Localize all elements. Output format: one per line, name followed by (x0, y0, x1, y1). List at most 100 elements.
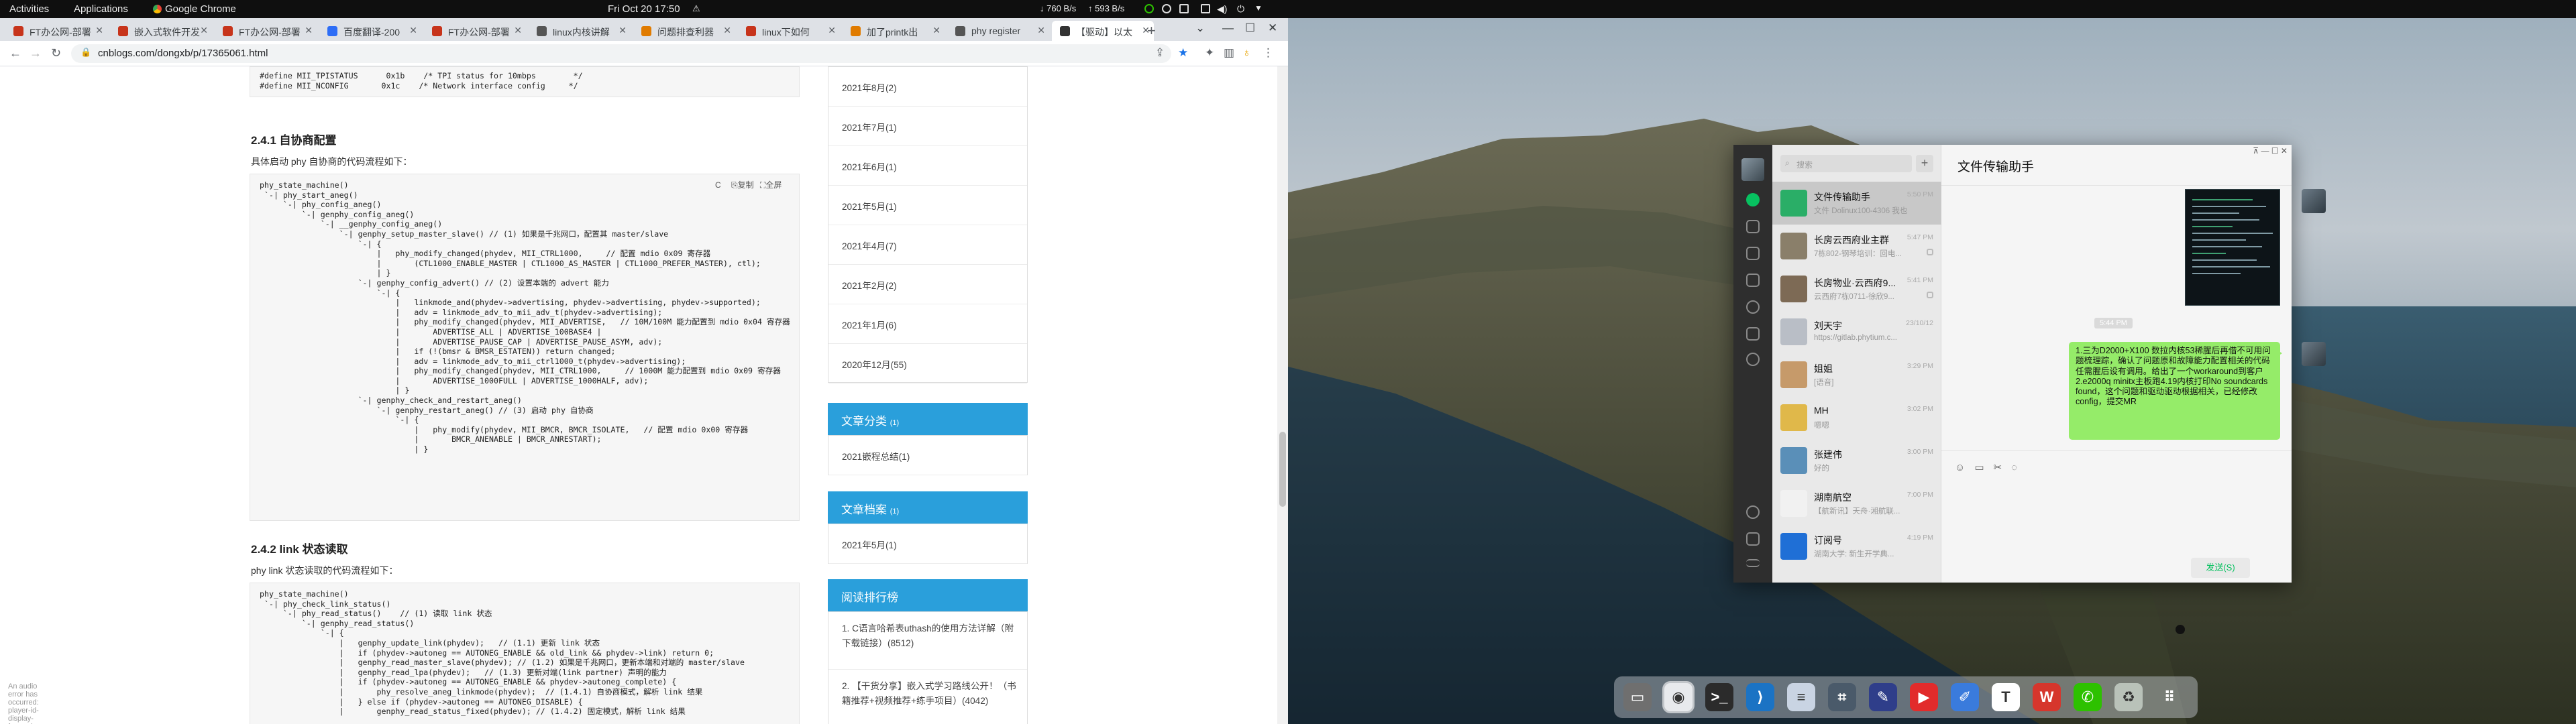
sidebar-link[interactable]: 2021年4月(7) (828, 225, 1027, 265)
browser-tab[interactable]: linux内核讲解 ✕ (529, 21, 631, 41)
browser-tab[interactable]: FT办公网-部署 ✕ (424, 21, 526, 41)
chat-item[interactable]: 长房物业·云西府9... 云西府7栋0711-徐欣9... 5:41 PM (1772, 267, 1941, 310)
address-bar[interactable]: 🔒 cnblogs.com/dongxb/p/17365061.html (71, 44, 1171, 63)
recycle-icon[interactable]: ♻ (2114, 683, 2143, 711)
active-app-menu[interactable]: Google Chrome (153, 3, 236, 15)
applications-menu[interactable]: Applications (74, 3, 128, 15)
folder-icon[interactable] (1746, 274, 1760, 287)
tab-close-icon[interactable]: ✕ (409, 25, 417, 36)
cloud-tray-icon[interactable] (1162, 3, 1171, 15)
sidebar-link[interactable]: 2. 【干货分享】嵌入式学习路线公开！（书籍推荐+视频推荐+练手项目）(4042… (828, 670, 1027, 724)
volume-icon[interactable]: ◀) (1217, 3, 1227, 15)
close-window-button[interactable]: ✕ (1268, 21, 1277, 35)
files-icon[interactable]: ▭ (1623, 683, 1652, 711)
typora-icon[interactable]: T (1992, 683, 2020, 711)
sidebar-link[interactable]: 2021年7月(1) (828, 107, 1027, 146)
network-icon[interactable] (1201, 3, 1210, 15)
chrome-icon[interactable]: ◉ (1664, 683, 1693, 711)
sidebar-link[interactable]: 1. C语言哈希表uthash的使用方法详解（附下载链接）(8512) (828, 612, 1027, 670)
settings-menu-icon[interactable] (1746, 559, 1760, 567)
browser-tab[interactable]: phy register ✕ (947, 21, 1049, 41)
browser-tab[interactable]: 嵌入式软件开发 ✕ (110, 21, 212, 41)
sidebar-link[interactable]: 2021嵌程总结(1) (828, 436, 1027, 475)
emoji-icon[interactable]: ☺ (1955, 462, 1974, 473)
tab-search-chevron-icon[interactable]: ⌄ (1195, 21, 1205, 35)
file-icon[interactable]: ▭ (1974, 462, 1993, 473)
sidebar-link[interactable]: 2021年6月(1) (828, 146, 1027, 186)
screenshot-icon[interactable]: ⌗ (1828, 683, 1856, 711)
app-grid-icon[interactable]: ⠿ (2155, 683, 2184, 711)
sidebar-link[interactable]: 2021年8月(2) (828, 67, 1027, 107)
tab-close-icon[interactable]: ✕ (514, 25, 522, 36)
chats-icon[interactable] (1746, 193, 1760, 206)
my-avatar[interactable] (1741, 158, 1764, 181)
tab-close-icon[interactable]: ✕ (619, 25, 627, 36)
moments-icon[interactable] (1746, 300, 1760, 314)
browser-tab[interactable]: 加了printk出 ✕ (843, 21, 945, 41)
chrome-menu-icon[interactable]: ⋮ (1263, 46, 1274, 60)
chat-item[interactable]: 张建伟 好的 3:00 PM (1772, 439, 1941, 482)
vscode-icon[interactable]: ⟩ (1746, 683, 1774, 711)
sender-avatar[interactable] (2302, 342, 2326, 366)
chat-item[interactable]: 长房云西府业主群 7栋802-钢琴培训：回电... 5:47 PM (1772, 225, 1941, 267)
phone-icon[interactable] (1746, 532, 1760, 546)
music-icon[interactable]: ▶ (1910, 683, 1938, 711)
new-tab-button[interactable]: + (1147, 22, 1156, 40)
sidebar-link[interactable]: 2020年12月(55) (828, 344, 1027, 383)
send-button[interactable]: 发送(S) (2191, 558, 2250, 578)
message-bubble[interactable]: 1.三为D2000+X100 数拉内核53稀腥后再借不可用问题梳理踪，确认了问题… (2069, 342, 2282, 440)
sidebar-link[interactable]: 2021年2月(2) (828, 265, 1027, 304)
page-scrollbar[interactable] (1277, 66, 1288, 724)
browser-tab[interactable]: 百度翻译-200 ✕ (319, 21, 421, 41)
activities-button[interactable]: Activities (9, 3, 49, 15)
tab-close-icon[interactable]: ✕ (828, 25, 836, 36)
power-icon[interactable]: ⏻ (1237, 3, 1244, 15)
chat-item[interactable]: 刘天宇 https://gitlab.phytium.c... 23/10/12 (1772, 310, 1941, 353)
notification-icon[interactable]: ⚠ (692, 3, 700, 14)
fullscreen-code-button[interactable]: ⛶全屏 (760, 180, 782, 190)
contacts-icon[interactable] (1746, 220, 1760, 233)
kolourpaint-icon[interactable]: ✎ (1869, 683, 1897, 711)
wps-icon[interactable]: W (2033, 683, 2061, 711)
lock-icon[interactable]: 🔒 (80, 47, 91, 58)
tab-close-icon[interactable]: ✕ (200, 25, 208, 36)
new-chat-button[interactable]: + (1916, 155, 1933, 172)
mini-programs-icon[interactable] (1746, 327, 1760, 341)
profile-icon[interactable]: ♁ (1242, 46, 1251, 60)
sidebar-link[interactable]: 2021年5月(1) (828, 524, 1027, 564)
wechat-icon[interactable]: ✆ (2074, 683, 2102, 711)
tab-close-icon[interactable]: ✕ (723, 25, 731, 36)
chat-history-icon[interactable]: ◌ (2011, 462, 2027, 473)
text-editor-icon[interactable]: ≡ (1787, 683, 1815, 711)
scroll-thumb[interactable] (1279, 432, 1286, 507)
browser-tab[interactable]: 问题排查利器 ✕ (633, 21, 735, 41)
sender-avatar[interactable] (2302, 189, 2326, 213)
clock[interactable]: Fri Oct 20 17:50 (608, 3, 680, 15)
sidebar-link[interactable]: 2021年5月(1) (828, 186, 1027, 225)
forward-button[interactable]: → (30, 46, 42, 60)
reload-button[interactable]: ↻ (51, 46, 61, 60)
chat-item[interactable]: 湖南航空 【航新讯】天舟·湘航联... 7:00 PM (1772, 482, 1941, 525)
message-image-screenshot[interactable] (2185, 189, 2280, 306)
tab-close-icon[interactable]: ✕ (932, 25, 941, 36)
chat-search-input[interactable]: ⌕ 搜索 (1780, 155, 1912, 172)
extensions-icon[interactable]: ✦ (1205, 46, 1214, 60)
wechat-window-controls[interactable]: ⊼ — ☐ ✕ (2253, 146, 2288, 156)
tab-close-icon[interactable]: ✕ (305, 25, 313, 36)
system-menu-chevron-icon[interactable]: ▼ (1254, 3, 1263, 13)
mini-program-panel-icon[interactable] (1746, 505, 1760, 519)
back-button[interactable]: ← (9, 46, 21, 60)
chat-item[interactable]: 订阅号 湖南大学: 新生开学典... 4:19 PM (1772, 525, 1941, 568)
browser-tab[interactable]: FT办公网-部署 ✕ (5, 21, 107, 41)
minimize-button[interactable]: — (1222, 21, 1234, 35)
sidebar-link[interactable]: 2021年1月(6) (828, 304, 1027, 344)
browser-tab[interactable]: linux下如何 ✕ (738, 21, 840, 41)
browser-tab[interactable]: FT办公网-部署 ✕ (215, 21, 317, 41)
screenshot-cut-icon[interactable]: ✂ (1994, 462, 2012, 473)
message-input[interactable] (1955, 480, 2278, 551)
channels-icon[interactable] (1746, 353, 1760, 366)
notes-icon[interactable]: ✐ (1951, 683, 1979, 711)
side-panel-icon[interactable]: ▥ (1224, 46, 1234, 60)
browser-tab[interactable]: 【驱动】以太 ✕ (1052, 21, 1154, 41)
tab-close-icon[interactable]: ✕ (95, 25, 103, 36)
